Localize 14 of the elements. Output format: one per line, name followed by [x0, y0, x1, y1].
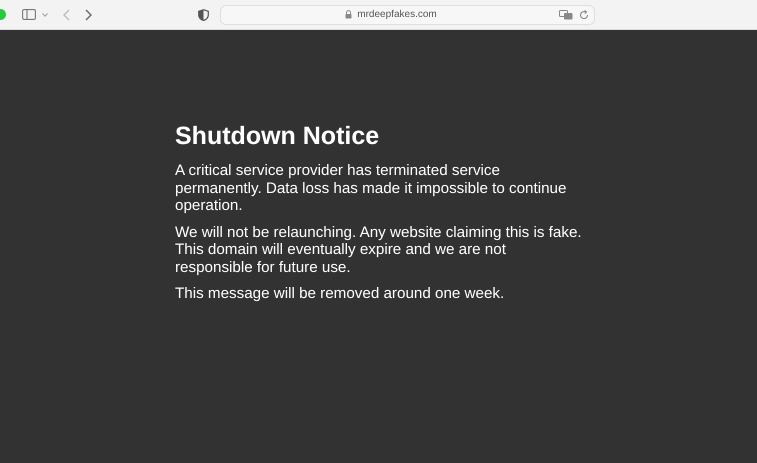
notice-paragraph: This message will be removed around one week. — [175, 285, 506, 302]
notice-heading: Shutdown Notice — [175, 122, 380, 151]
sidebar-icon[interactable] — [22, 9, 36, 20]
notice-paragraph: A critical service provider has terminated service permanently. Data loss has made it impossible to continue operation. — [175, 162, 568, 214]
lock-icon — [345, 10, 352, 19]
forward-icon[interactable] — [85, 8, 92, 20]
url-text: mrdeepfakes.com — [357, 9, 437, 20]
notice-paragraph: We will not be relaunching. Any website claiming this is fake. This domain will eventually expire and we are not responsible for future use. — [175, 224, 583, 276]
shield-icon[interactable] — [198, 8, 209, 20]
translate-icon[interactable] — [559, 10, 574, 20]
back-icon[interactable] — [63, 8, 70, 20]
reload-icon[interactable] — [579, 10, 590, 20]
address-bar[interactable]: mrdeepfakes.com — [220, 4, 595, 24]
caret-icon[interactable] — [42, 12, 48, 16]
